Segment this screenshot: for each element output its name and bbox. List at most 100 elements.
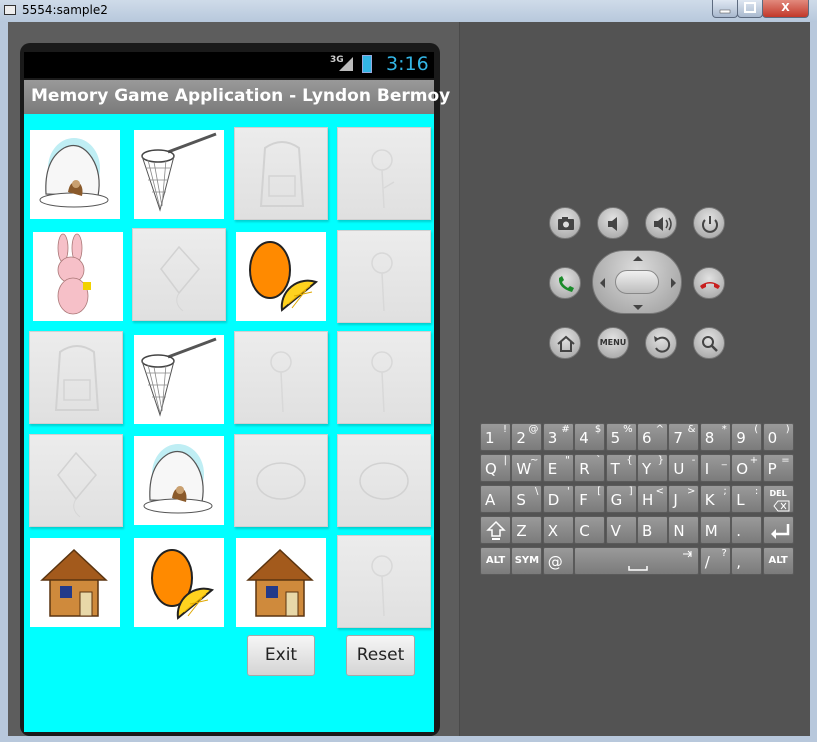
key-x[interactable]: X [542,516,574,544]
menu-button[interactable]: MENU [597,327,629,359]
key-d[interactable]: D ' [542,485,574,513]
card-16[interactable] [337,434,431,527]
key-slash[interactable]: /? [699,547,731,575]
key-9[interactable]: 9( [731,423,763,451]
key-q[interactable]: Q | [480,454,511,482]
key-label: 4 [579,429,589,447]
card-20[interactable] [337,535,431,628]
key-y[interactable]: Y} [637,454,668,482]
card-6[interactable] [132,228,226,321]
game-board: Exit Reset [24,114,434,732]
space-icon [628,550,692,571]
card-12[interactable] [337,331,431,424]
key-at[interactable]: @ [542,547,574,575]
key-7[interactable]: 7 & [668,423,700,451]
close-button[interactable]: X [762,0,809,18]
back-button[interactable] [645,327,677,359]
key-v[interactable]: V [605,516,637,544]
sym-key[interactable]: SYM [511,547,543,575]
card-7[interactable] [236,232,326,321]
card-14[interactable] [134,436,224,525]
key-5[interactable]: 5% [605,423,637,451]
dpad[interactable] [592,250,682,314]
key-label: 2 [516,429,526,447]
key-6[interactable]: 6 ^ [637,423,668,451]
maximize-button[interactable] [737,0,763,18]
card-10[interactable] [134,335,224,424]
alt-key-right[interactable]: ALT [762,547,794,575]
camera-icon [558,217,574,230]
card-5[interactable] [33,232,123,321]
key-comma[interactable]: , [731,547,763,575]
shift-icon [486,520,506,540]
key-2[interactable]: 2 @ [511,423,543,451]
card-15[interactable] [234,434,328,527]
end-call-button[interactable] [693,267,725,299]
key-t[interactable]: T{ [605,454,637,482]
call-button[interactable] [549,267,581,299]
key-b[interactable]: B [637,516,668,544]
key-a[interactable]: A [480,485,511,513]
key-4[interactable]: 4 $ [574,423,606,451]
search-button[interactable] [693,327,725,359]
dpad-center-button[interactable] [615,270,659,294]
enter-icon [770,524,789,539]
minimize-button[interactable] [712,0,738,18]
key-8[interactable]: 8 * [699,423,731,451]
delete-key[interactable]: DEL [762,485,794,513]
camera-button[interactable] [549,207,581,239]
card-9[interactable] [29,331,123,424]
power-button[interactable] [693,207,725,239]
key-k[interactable]: K; [699,485,731,513]
igloo-icon [143,444,213,514]
volume-up-button[interactable] [645,207,677,239]
card-18[interactable] [134,538,224,627]
phone-call-icon [558,276,574,292]
card-4[interactable] [337,127,431,220]
key-3[interactable]: 3 # [542,423,574,451]
key-g[interactable]: G] [605,485,637,513]
card-3[interactable] [234,127,328,220]
space-key[interactable] [574,547,700,575]
key-i[interactable]: I _ [699,454,731,482]
key-p[interactable]: P = [762,454,794,482]
card-17[interactable] [30,538,120,627]
card-2[interactable] [134,130,224,219]
turtle-icon [359,462,409,500]
enter-key[interactable] [762,516,794,544]
kite-icon [57,451,97,518]
shift-key[interactable] [480,516,511,544]
key-j[interactable]: J > [668,485,700,513]
card-8[interactable] [337,230,431,323]
card-1[interactable] [30,130,120,219]
key-c[interactable]: C [574,516,606,544]
key-s[interactable]: S \ [511,485,543,513]
key-alt-label: > [687,486,696,497]
key-m[interactable]: M [699,516,731,544]
key-f[interactable]: F[ [574,485,606,513]
card-13[interactable] [29,434,123,527]
home-button[interactable] [549,327,581,359]
reset-button[interactable]: Reset [346,635,415,676]
key-x[interactable]: . [731,516,763,544]
key-e[interactable]: E " [542,454,574,482]
alt-key-left[interactable]: ALT [480,547,511,575]
key-r[interactable]: R ` [574,454,606,482]
key-alt-label: & [687,424,696,435]
key-label: , [736,553,741,571]
key-1[interactable]: 1! [480,423,511,451]
key-w[interactable]: W ~ [511,454,543,482]
key-u[interactable]: U- [668,454,700,482]
bunny-icon [57,233,91,315]
key-h[interactable]: H < [637,485,668,513]
key-n[interactable]: N [668,516,700,544]
volume-down-button[interactable] [597,207,629,239]
key-o[interactable]: O + [731,454,763,482]
key-l[interactable]: L: [731,485,763,513]
key-0[interactable]: 0) [762,423,794,451]
card-11[interactable] [234,331,328,424]
alt-key-left-label: ALT [485,555,506,566]
card-19[interactable] [236,538,326,627]
key-z[interactable]: Z [511,516,543,544]
exit-button[interactable]: Exit [247,635,315,676]
